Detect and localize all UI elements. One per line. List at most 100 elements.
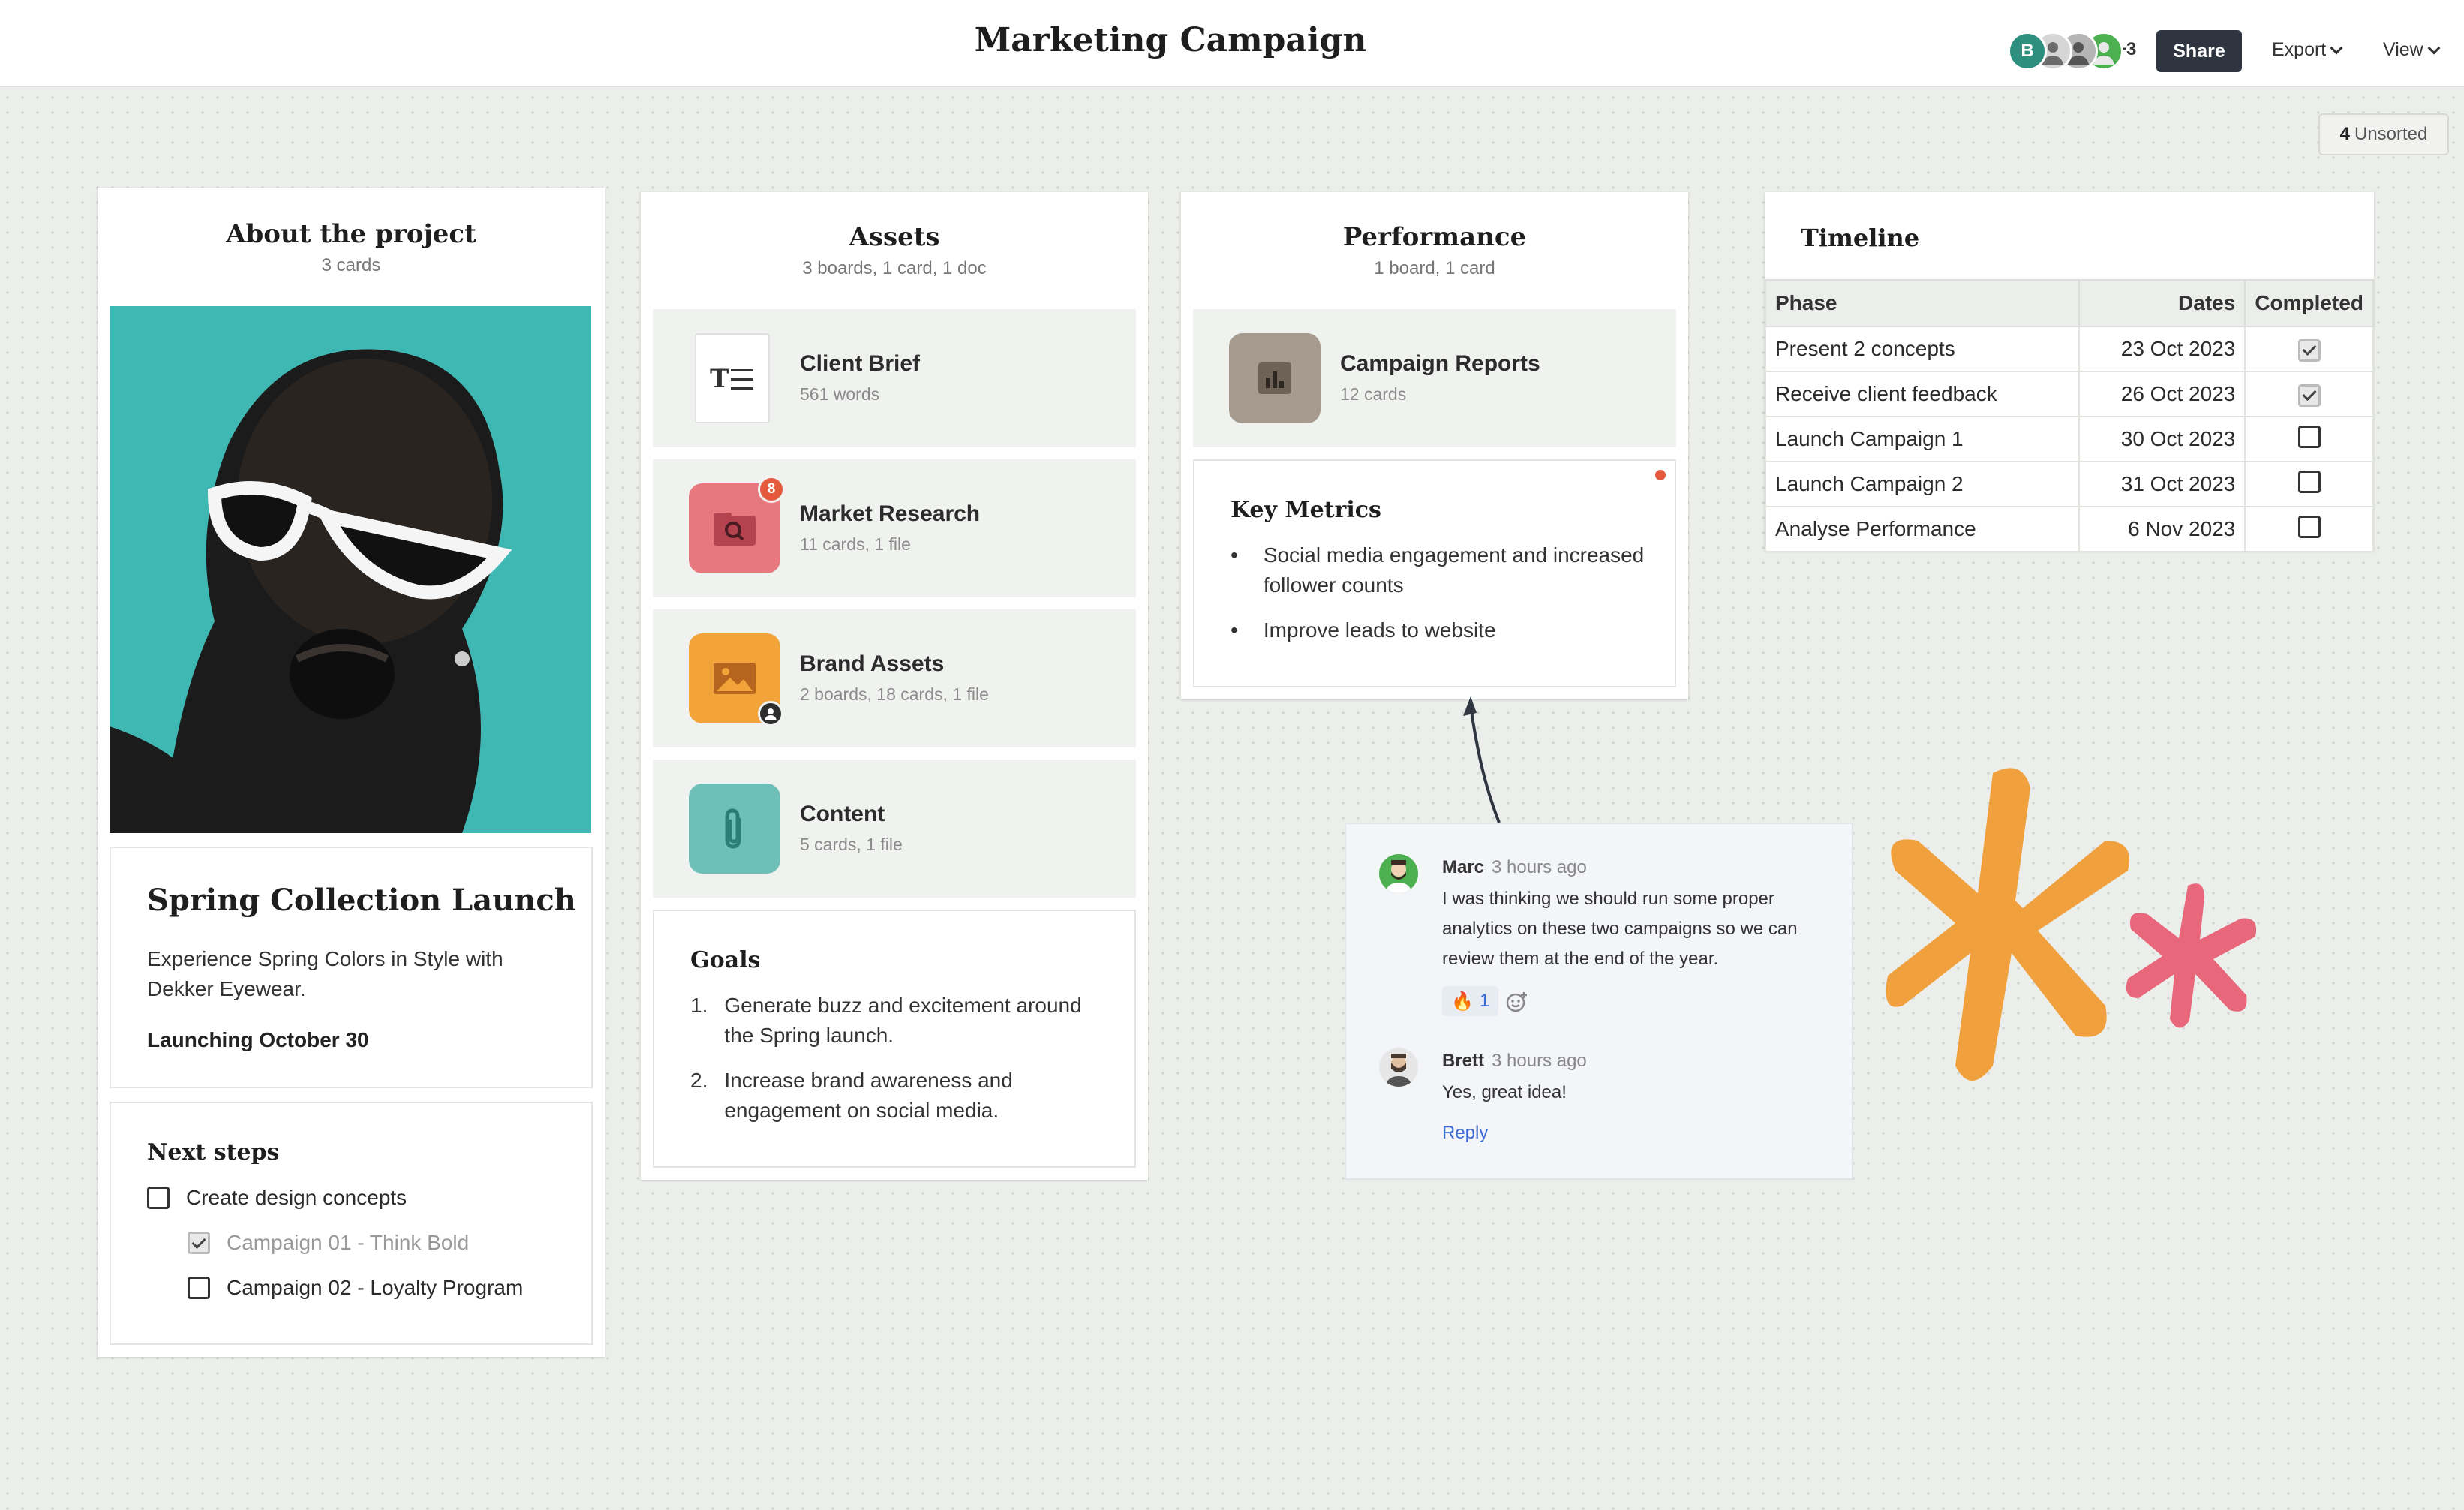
key-metrics-title: Key Metrics	[1230, 497, 1381, 523]
board-market-research[interactable]: 8 Market Research 11 cards, 1 file	[653, 459, 1136, 597]
comment-author[interactable]: Brett 3 hours ago	[1442, 1051, 1587, 1072]
comment-thread[interactable]: Marc 3 hours ago I was thinking we should…	[1345, 823, 1853, 1180]
column-header-dates[interactable]: Dates	[2078, 279, 2246, 327]
date-cell[interactable]: 6 Nov 2023	[2078, 506, 2246, 552]
table-row[interactable]: Present 2 concepts 23 Oct 2023	[1765, 326, 2374, 372]
about-column[interactable]: About the project 3 cards Spring Collect…	[98, 188, 605, 1357]
avatar[interactable]	[1379, 854, 1418, 893]
comment-indicator-dot[interactable]	[1655, 470, 1666, 480]
bullet-icon: •	[1230, 618, 1238, 642]
completed-cell[interactable]	[2244, 461, 2374, 507]
pink-asterisk-sticker[interactable]	[2120, 878, 2263, 1036]
metric-item: • Improve leads to website	[1230, 615, 1651, 645]
metric-text: Social media engagement and increased fo…	[1263, 543, 1645, 597]
campaign-reports-board-icon	[1229, 333, 1321, 423]
date-cell[interactable]: 30 Oct 2023	[2078, 416, 2246, 462]
completed-cell[interactable]	[2244, 371, 2374, 417]
date-cell[interactable]: 26 Oct 2023	[2078, 371, 2246, 417]
board-meta: 11 cards, 1 file	[800, 534, 911, 554]
goal-number: 1.	[690, 994, 708, 1017]
goals-title: Goals	[690, 947, 761, 973]
chevron-down-icon	[2330, 41, 2343, 54]
board-campaign-reports[interactable]: Campaign Reports 12 cards	[1193, 309, 1676, 447]
goal-item: 2. Increase brand awareness and engageme…	[690, 1066, 1110, 1126]
timeline-card[interactable]: Timeline Phase Dates Completed Present 2…	[1765, 192, 2374, 552]
table-row[interactable]: Launch Campaign 1 30 Oct 2023	[1765, 416, 2374, 462]
assets-column[interactable]: Assets 3 boards, 1 card, 1 doc T Client …	[641, 192, 1148, 1180]
column-title: About the project	[226, 219, 476, 249]
avatar[interactable]: B	[2008, 32, 2047, 71]
completed-cell[interactable]	[2244, 416, 2374, 462]
completed-cell[interactable]	[2244, 326, 2374, 372]
column-header-phase[interactable]: Phase	[1765, 279, 2080, 327]
phase-cell[interactable]: Launch Campaign 1	[1765, 416, 2080, 462]
todo-item[interactable]: Campaign 02 - Loyalty Program	[188, 1276, 523, 1300]
checkbox[interactable]	[147, 1187, 170, 1209]
orange-asterisk-sticker[interactable]	[1880, 758, 2135, 1096]
checkbox[interactable]	[2297, 425, 2321, 448]
launch-card[interactable]: Spring Collection Launch Experience Spri…	[110, 847, 593, 1088]
connector-arrow[interactable]	[1441, 690, 1516, 826]
reaction-count: 1	[1479, 991, 1490, 1011]
date-cell[interactable]: 23 Oct 2023	[2078, 326, 2246, 372]
avatar[interactable]	[1379, 1048, 1418, 1087]
document-icon: T	[695, 333, 770, 423]
comment-time: 3 hours ago	[1492, 857, 1587, 877]
image-icon	[714, 663, 756, 694]
reaction-fire[interactable]: 🔥 1	[1442, 986, 1499, 1016]
check-icon	[191, 1234, 206, 1249]
completed-cell[interactable]	[2244, 506, 2374, 552]
performance-column[interactable]: Performance 1 board, 1 card Campaign Rep…	[1181, 192, 1688, 699]
fire-icon: 🔥	[1451, 991, 1474, 1012]
board-name: Client Brief	[800, 351, 921, 376]
export-menu[interactable]: Export	[2272, 39, 2343, 61]
goals-card[interactable]: Goals 1. Generate buzz and excitement ar…	[653, 910, 1136, 1168]
board-brand-assets[interactable]: Brand Assets 2 boards, 18 cards, 1 file	[653, 609, 1136, 747]
board-meta: 2 boards, 18 cards, 1 file	[800, 684, 989, 704]
comment-author[interactable]: Marc 3 hours ago	[1442, 857, 1587, 878]
checkbox[interactable]	[2297, 515, 2321, 538]
unsorted-button[interactable]: 4 Unsorted	[2318, 113, 2449, 155]
phase-cell[interactable]: Launch Campaign 2	[1765, 461, 2080, 507]
board-name: Campaign Reports	[1340, 351, 1540, 376]
metric-item: • Social media engagement and increased …	[1230, 540, 1651, 600]
project-photo[interactable]	[110, 306, 591, 833]
checkbox[interactable]	[188, 1277, 210, 1299]
table-row[interactable]: Receive client feedback 26 Oct 2023	[1765, 371, 2374, 417]
todo-item[interactable]: Campaign 01 - Think Bold	[188, 1231, 469, 1255]
board-client-brief[interactable]: T Client Brief 561 words	[653, 309, 1136, 447]
goal-number: 2.	[690, 1069, 708, 1092]
column-title: Performance	[1342, 222, 1527, 252]
next-steps-card[interactable]: Next steps Create design concepts Campai…	[110, 1102, 593, 1345]
share-button[interactable]: Share	[2156, 30, 2242, 72]
date-cell[interactable]: 31 Oct 2023	[2078, 461, 2246, 507]
comment-text: I was thinking we should run some proper…	[1442, 889, 1798, 969]
checkbox-checked[interactable]	[2297, 338, 2321, 362]
table-row[interactable]: Analyse Performance 6 Nov 2023	[1765, 506, 2374, 552]
export-label: Export	[2272, 39, 2327, 60]
launch-title: Spring Collection Launch	[147, 883, 576, 918]
todo-label: Campaign 01 - Think Bold	[227, 1231, 470, 1254]
checkbox-checked[interactable]	[188, 1232, 210, 1254]
board-title[interactable]: Marketing Campaign	[0, 21, 2341, 59]
goals-list: 1. Generate buzz and excitement around t…	[690, 991, 1110, 1126]
phase-cell[interactable]: Analyse Performance	[1765, 506, 2080, 552]
view-menu[interactable]: View	[2383, 39, 2441, 61]
table-row[interactable]: Launch Campaign 2 31 Oct 2023	[1765, 461, 2374, 507]
add-reaction-icon[interactable]	[1505, 991, 1528, 1013]
market-research-board-icon: 8	[689, 476, 785, 573]
board-content[interactable]: Content 5 cards, 1 file	[653, 760, 1136, 898]
goal-text: Increase brand awareness and engagement …	[724, 1069, 1013, 1122]
column-title: Assets	[849, 222, 940, 252]
phase-cell[interactable]: Present 2 concepts	[1765, 326, 2080, 372]
timeline-table: Phase Dates Completed Present 2 concepts…	[1765, 279, 2374, 552]
reply-link[interactable]: Reply	[1442, 1123, 1488, 1144]
column-header-completed[interactable]: Completed	[2244, 279, 2374, 327]
checkbox-checked[interactable]	[2297, 384, 2321, 407]
collaborator-avatars[interactable]: B	[2008, 32, 2123, 71]
todo-item[interactable]: Create design concepts	[147, 1186, 407, 1210]
key-metrics-card[interactable]: Key Metrics • Social media engagement an…	[1193, 459, 1676, 687]
checkbox[interactable]	[2297, 470, 2321, 493]
brand-assets-board-icon	[689, 633, 783, 726]
phase-cell[interactable]: Receive client feedback	[1765, 371, 2080, 417]
